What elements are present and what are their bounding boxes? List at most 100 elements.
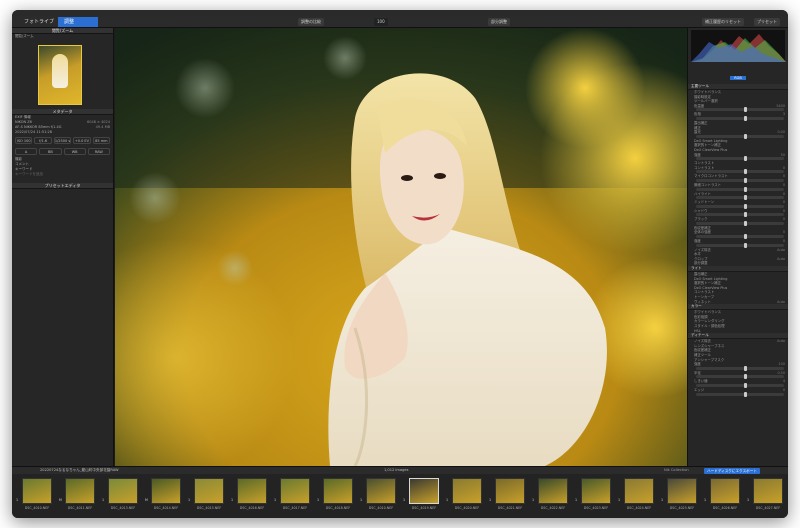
exif-buttons: ISO 100 f/1.6 1/2500 s +0.0 EV 85 mm (12, 135, 113, 146)
tool-slider[interactable] (696, 133, 784, 139)
filmstrip-thumb[interactable] (452, 478, 482, 504)
tab-customize[interactable]: 調整 (58, 17, 98, 27)
filmstrip-thumb[interactable] (581, 478, 611, 504)
filmstrip-item[interactable]: 1 DSC_4026.NEF (704, 476, 746, 514)
nik-collection-button[interactable]: Nik Collection (664, 468, 689, 472)
filmstrip-thumb[interactable] (753, 478, 783, 504)
slider-handle[interactable] (744, 177, 748, 183)
filmstrip-item[interactable]: M DSC_4011.NEF (59, 476, 101, 514)
slider-handle[interactable] (744, 195, 748, 201)
slider-handle[interactable] (744, 365, 748, 371)
filmstrip-item[interactable]: 1 DSC_4021.NEF (489, 476, 531, 514)
preset-editor-header[interactable]: プリセットエディタ (12, 183, 113, 189)
slider-handle[interactable] (744, 220, 748, 226)
filmstrip-item[interactable]: 1 DSC_4023.NEF (575, 476, 617, 514)
reset-history-button[interactable]: 補正履歴のリセット (702, 18, 744, 26)
slider-handle[interactable] (744, 133, 748, 139)
filmstrip-item[interactable]: 1 DSC_4013.NEF (102, 476, 144, 514)
filmstrip-thumb[interactable] (151, 478, 181, 504)
metadata-icon[interactable]: A (15, 148, 38, 155)
tool-slider[interactable] (696, 156, 784, 162)
tool-row[interactable]: ミッドトーン 0 (688, 200, 788, 205)
filmstrip-item[interactable]: 1 DSC_4022.NEF (532, 476, 574, 514)
tool-slider[interactable] (696, 203, 784, 209)
tool-label: ホワイトバランス (694, 90, 722, 94)
navigator-thumbnail[interactable] (12, 39, 113, 109)
slider-handle[interactable] (744, 382, 748, 388)
tool-slider[interactable] (696, 242, 784, 248)
slider-handle[interactable] (744, 234, 748, 240)
filmstrip-thumb[interactable] (280, 478, 310, 504)
filmstrip-item[interactable]: M DSC_4014.NEF (145, 476, 187, 514)
keyword-input[interactable]: キーワードを追加 (12, 172, 113, 177)
tool-slider[interactable] (696, 391, 784, 397)
tool-slider[interactable] (696, 115, 784, 121)
filmstrip-thumb[interactable] (667, 478, 697, 504)
preset-button[interactable]: プリセット (754, 18, 780, 26)
tool-label: 色彩強調 (694, 314, 708, 319)
tool-slider[interactable] (696, 382, 784, 388)
filmstrip-thumb[interactable] (624, 478, 654, 504)
tool-label: DxO Smart Lighting (694, 138, 728, 143)
filmstrip-thumb[interactable] (495, 478, 525, 504)
filmstrip-item[interactable]: 1 DSC_4027.NEF (747, 476, 788, 514)
filmstrip-item[interactable]: 1 DSC_4017.NEF (274, 476, 316, 514)
filmstrip-thumb[interactable] (323, 478, 353, 504)
filmstrip-item[interactable]: 1 DSC_4019.NEF (403, 476, 445, 514)
folder-path[interactable]: 20220724なるなちゃん_龍山町中央部花園RAW (40, 468, 119, 473)
histogram (691, 30, 786, 62)
tool-slider[interactable] (696, 212, 784, 218)
tool-label: 選択的トーン補正 (694, 281, 721, 286)
filmstrip-thumb[interactable] (108, 478, 138, 504)
local-adjust-button[interactable]: 部分調整 (488, 18, 510, 26)
tool-slider[interactable] (696, 186, 784, 192)
tool-slider[interactable] (696, 107, 784, 113)
filmstrip-item[interactable]: 1 DSC_4015.NEF (188, 476, 230, 514)
tool-slider[interactable] (696, 169, 784, 175)
tool-slider[interactable] (696, 234, 784, 240)
filmstrip-thumb[interactable] (366, 478, 396, 504)
metadata-icon[interactable]: BB (39, 148, 62, 155)
filmstrip-thumb[interactable] (538, 478, 568, 504)
filmstrip-item[interactable]: 1 DSC_4024.NEF (618, 476, 660, 514)
slider-handle[interactable] (744, 203, 748, 209)
filmstrip-thumb[interactable] (409, 478, 439, 504)
filmstrip-label: DSC_4010.NEF (368, 506, 394, 510)
filmstrip-item[interactable]: 1 DSC_4025.NEF (661, 476, 703, 514)
histogram-mode[interactable]: RGB (730, 76, 746, 80)
tool-label: 強度 (694, 152, 701, 157)
tool-label: HSL (694, 328, 701, 333)
filmstrip-thumb[interactable] (237, 478, 267, 504)
slider-handle[interactable] (744, 242, 748, 248)
slider-handle[interactable] (744, 115, 748, 121)
tool-slider[interactable] (696, 220, 784, 226)
tool-slider[interactable] (696, 374, 784, 380)
image-viewer[interactable] (115, 28, 687, 466)
preview-thumb[interactable] (38, 45, 82, 105)
filmstrip-label: DSC_4019.NEF (411, 506, 437, 510)
tool-row[interactable]: 微細コントラスト 0 (688, 183, 788, 188)
tool-label: 微細コントラスト (694, 182, 722, 187)
filmstrip-thumb[interactable] (65, 478, 95, 504)
filmstrip-thumb[interactable] (22, 478, 52, 504)
filmstrip-thumb[interactable] (194, 478, 224, 504)
filmstrip-item[interactable]: 1 DSC_4010.NEF (16, 476, 58, 514)
tool-row[interactable]: 強度 0 (688, 239, 788, 244)
zoom-level[interactable]: 100 (374, 18, 388, 26)
filmstrip-item[interactable]: 1 DSC_4018.NEF (317, 476, 359, 514)
filmstrip-item[interactable]: 1 DSC_4016.NEF (231, 476, 273, 514)
filmstrip-item[interactable]: 1 DSC_4020.NEF (446, 476, 488, 514)
filmstrip-label: DSC_4025.NEF (669, 506, 695, 510)
metadata-icon[interactable]: RAW (87, 148, 110, 155)
filmstrip-item[interactable]: 1 DSC_4010.NEF (360, 476, 402, 514)
slider-handle[interactable] (744, 186, 748, 192)
exif-key: 2022/07/24 11:51:28 (15, 130, 53, 134)
tool-slider[interactable] (696, 365, 784, 371)
slider-handle[interactable] (744, 391, 748, 397)
compare-button[interactable]: 調整の比較 (298, 18, 324, 26)
filmstrip-thumb[interactable] (710, 478, 740, 504)
metadata-icon[interactable]: WB (63, 148, 86, 155)
tool-slider[interactable] (696, 195, 784, 201)
tool-slider[interactable] (696, 177, 784, 183)
tool-row[interactable]: エッジ 0 (688, 388, 788, 393)
